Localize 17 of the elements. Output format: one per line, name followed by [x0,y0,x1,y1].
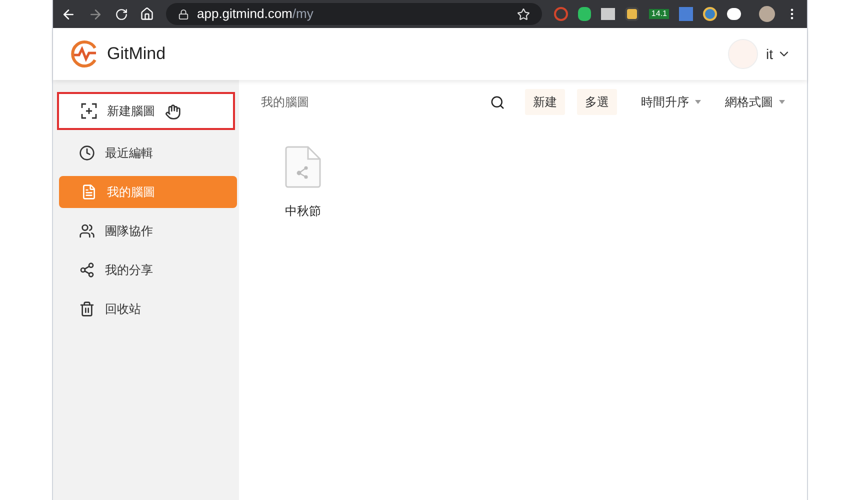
sidebar-item[interactable]: 團隊協作 [57,215,235,247]
logo-text: GitMind [107,43,166,66]
toolbar-button[interactable]: 多選 [577,89,617,115]
sort-dropdown[interactable]: 時間升序 [641,93,701,111]
extension-badge[interactable]: 14.1 [649,9,669,19]
url-text: app.gitmind.com/my [197,5,314,24]
file-name: 中秋節 [285,203,321,220]
sidebar-item[interactable]: 最近編輯 [57,137,235,169]
toolbar-button[interactable]: 新建 [525,89,565,115]
breadcrumb: 我的腦圖 [261,94,309,111]
sidebar-item[interactable]: 回收站 [57,293,235,325]
file-card[interactable]: 中秋節 [285,146,321,220]
user-menu[interactable]: it [766,44,791,64]
sidebar-item[interactable]: 我的分享 [57,254,235,286]
sort-dropdown[interactable]: 網格式圖 [725,93,785,111]
sidebar-item[interactable]: 新建腦圖 [57,92,235,130]
address-bar[interactable]: app.gitmind.com/my [166,3,542,25]
